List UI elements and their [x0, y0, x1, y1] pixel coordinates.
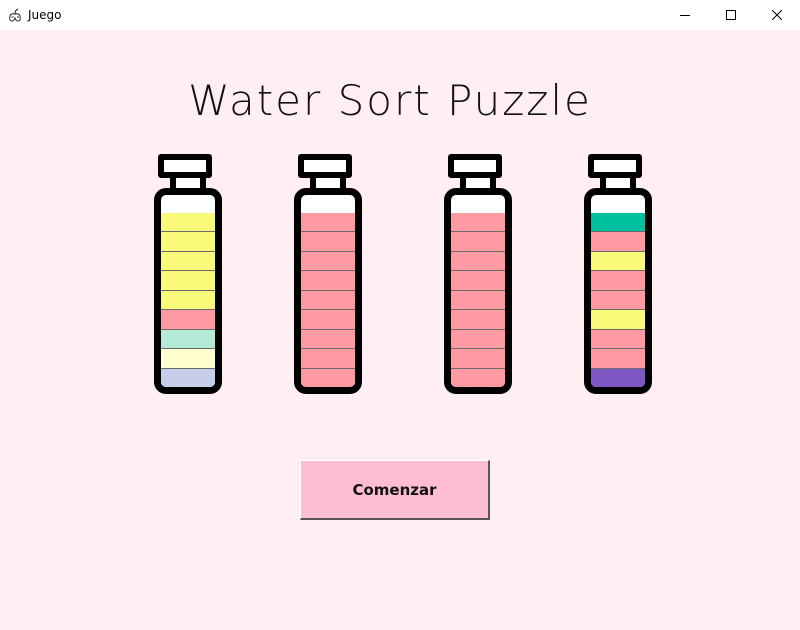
liquid-layer-yellow — [161, 270, 215, 290]
liquid-layer-yellow — [161, 231, 215, 251]
bottle-2[interactable] — [294, 154, 364, 396]
bottle-body — [294, 188, 362, 394]
liquid-layer-pink — [451, 348, 505, 368]
liquid-layer-pink — [451, 213, 505, 232]
close-icon — [772, 10, 782, 20]
liquid-layer-yellow — [161, 289, 215, 310]
liquid-layer-teal — [591, 213, 645, 232]
liquid-layer-yellow — [161, 250, 215, 271]
liquid-layer-yellow — [161, 213, 215, 232]
liquid-layer-pink — [451, 367, 505, 387]
maximize-button[interactable] — [708, 0, 754, 30]
bottle-liquid — [591, 213, 645, 387]
liquid-layer-periwinkle — [161, 367, 215, 387]
liquid-layer-pink — [591, 348, 645, 368]
bottle-4[interactable] — [584, 154, 654, 396]
bottle-3[interactable] — [444, 154, 514, 396]
bottle-liquid — [451, 213, 505, 387]
liquid-layer-pink — [451, 250, 505, 271]
liquid-layer-pink — [301, 231, 355, 251]
minimize-icon — [680, 15, 690, 16]
liquid-layer-pink — [301, 213, 355, 232]
liquid-layer-pink — [301, 270, 355, 290]
maximize-icon — [726, 10, 736, 20]
bottle-liquid — [301, 213, 355, 387]
liquid-layer-pink — [451, 309, 505, 329]
liquid-layer-pink — [301, 367, 355, 387]
bottle-cap — [588, 154, 642, 178]
liquid-layer-pink — [161, 309, 215, 329]
bottle-liquid — [161, 213, 215, 387]
minimize-button[interactable] — [662, 0, 708, 30]
close-button[interactable] — [754, 0, 800, 30]
game-title: Water Sort Puzzle — [188, 76, 592, 125]
liquid-layer-pink — [451, 328, 505, 349]
liquid-layer-pink — [301, 309, 355, 329]
start-button[interactable]: Comenzar — [300, 460, 490, 520]
liquid-layer-pink — [591, 270, 645, 290]
game-window: Juego Water Sort Puzzle Comenzar — [0, 0, 800, 630]
liquid-layer-pink — [301, 289, 355, 310]
bottle-cap — [448, 154, 502, 178]
liquid-layer-mint — [161, 328, 215, 349]
liquid-layer-pink — [591, 289, 645, 310]
liquid-layer-pink — [591, 328, 645, 349]
liquid-layer-pink — [451, 289, 505, 310]
bottle-body — [584, 188, 652, 394]
title-bar: Juego — [0, 0, 800, 30]
liquid-layer-pink — [301, 328, 355, 349]
liquid-layer-pink — [451, 270, 505, 290]
liquid-layer-cream — [161, 348, 215, 368]
bottle-cap — [158, 154, 212, 178]
liquid-layer-yellow — [591, 250, 645, 271]
liquid-layer-yellow — [591, 309, 645, 329]
bottle-body — [444, 188, 512, 394]
liquid-layer-pink — [301, 348, 355, 368]
bottle-cap — [298, 154, 352, 178]
liquid-layer-purple — [591, 367, 645, 387]
window-title: Juego — [28, 8, 62, 22]
liquid-layer-pink — [591, 231, 645, 251]
game-controller-icon — [9, 8, 21, 22]
bottle-1[interactable] — [154, 154, 224, 396]
game-canvas: Water Sort Puzzle Comenzar — [0, 30, 800, 630]
liquid-layer-pink — [301, 250, 355, 271]
liquid-layer-pink — [451, 231, 505, 251]
bottle-body — [154, 188, 222, 394]
